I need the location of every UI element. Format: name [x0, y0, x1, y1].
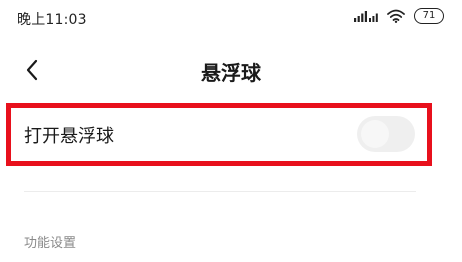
divider: [24, 191, 416, 192]
toggle-label: 打开悬浮球: [24, 126, 114, 147]
status-bar: 晚上11:03 71: [0, 0, 462, 34]
header: 悬浮球: [0, 48, 462, 92]
floating-ball-toggle-row[interactable]: 打开悬浮球: [11, 108, 427, 161]
battery-icon: 71: [414, 8, 444, 24]
page-title: 悬浮球: [201, 61, 261, 85]
signal-icon: [354, 11, 378, 22]
toggle-knob: [361, 120, 389, 148]
status-icons: 71: [354, 8, 444, 24]
status-time: 晚上11:03: [17, 12, 87, 28]
battery-level: 71: [422, 10, 436, 21]
section-header-function-settings: 功能设置: [24, 236, 77, 251]
floating-ball-toggle-switch[interactable]: [357, 116, 415, 152]
wifi-icon: [387, 9, 405, 23]
